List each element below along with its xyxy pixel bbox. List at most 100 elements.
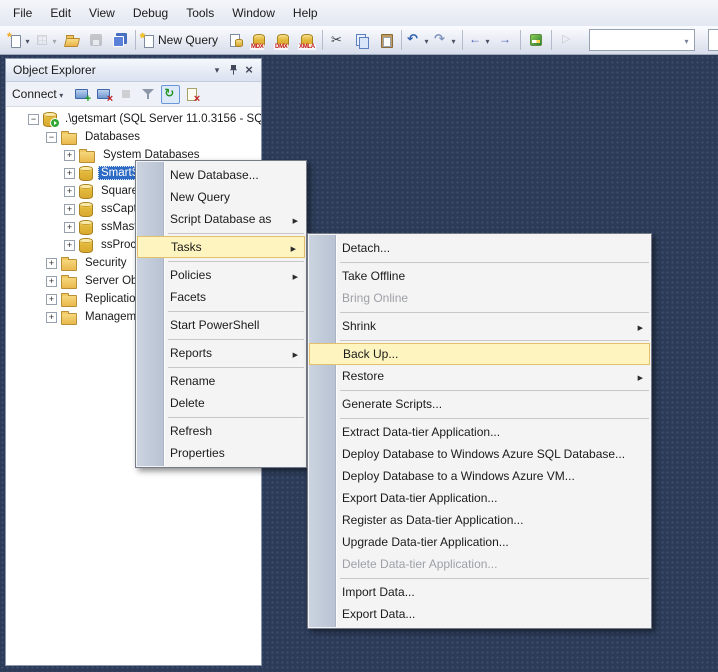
save-button[interactable] [85, 29, 107, 51]
expander-icon[interactable] [46, 258, 57, 269]
connect-button[interactable]: Connect [12, 87, 66, 101]
debug-play-button[interactable] [556, 29, 578, 51]
toolbar-combobox-edge[interactable] [708, 29, 718, 51]
cut-icon [330, 32, 346, 48]
extract-data-tier-application-menu-item[interactable]: Extract Data-tier Application... [308, 421, 651, 443]
import-data-menu-item[interactable]: Import Data... [308, 581, 651, 603]
open-file-button[interactable] [61, 29, 83, 51]
xmla-query-button[interactable]: XMLA [296, 29, 318, 51]
tasks-menu-item[interactable]: Tasks [137, 236, 305, 258]
menu-tools[interactable]: Tools [177, 0, 223, 26]
redo-button[interactable] [433, 29, 458, 51]
menu-item-label: Restore [342, 369, 633, 383]
green-play-badge-icon [50, 118, 60, 128]
database-icon [79, 166, 93, 181]
policies-menu-item[interactable]: Policies [136, 264, 306, 286]
expander-icon[interactable] [28, 114, 39, 125]
menu-file[interactable]: File [4, 0, 41, 26]
expander-icon[interactable] [64, 150, 75, 161]
delete-menu-item[interactable]: Delete [136, 392, 306, 414]
reports-menu-item[interactable]: Reports [136, 342, 306, 364]
facets-menu-item[interactable]: Facets [136, 286, 306, 308]
back-up-menu-item[interactable]: Back Up... [309, 343, 650, 365]
new-query-menu-item[interactable]: New Query [136, 186, 306, 208]
upgrade-data-tier-application-menu-item[interactable]: Upgrade Data-tier Application... [308, 531, 651, 553]
add-item-button[interactable] [34, 29, 59, 51]
expander-icon[interactable] [64, 222, 75, 233]
menu-item-label: Shrink [342, 319, 633, 333]
deploy-database-to-windows-azure-sql-database-menu-item[interactable]: Deploy Database to Windows Azure SQL Dat… [308, 443, 651, 465]
shrink-menu-item[interactable]: Shrink [308, 315, 651, 337]
expander-icon[interactable] [64, 186, 75, 197]
new-item-button[interactable] [7, 29, 32, 51]
submenu-arrow-icon [288, 346, 298, 360]
properties-menu-item[interactable]: Properties [136, 442, 306, 464]
menu-debug[interactable]: Debug [124, 0, 177, 26]
navigate-forward-button[interactable] [494, 29, 516, 51]
menu-item-label: Reports [170, 346, 288, 360]
refresh-button[interactable] [161, 85, 180, 104]
close-icon[interactable]: × [241, 62, 257, 78]
window-position-icon[interactable] [209, 62, 225, 78]
undo-button[interactable] [406, 29, 431, 51]
expander-icon[interactable] [64, 204, 75, 215]
new-database-menu-item[interactable]: New Database... [136, 164, 306, 186]
new-query-button[interactable]: New Query [140, 29, 222, 51]
activity-monitor-button[interactable] [525, 29, 547, 51]
debug-play-icon [559, 32, 575, 48]
chevron-down-icon[interactable] [679, 31, 694, 49]
paste-button[interactable] [375, 29, 397, 51]
menu-item-label: Generate Scripts... [342, 397, 643, 411]
pin-icon[interactable] [225, 62, 241, 78]
detach-menu-item[interactable]: Detach... [308, 237, 651, 259]
export-data-menu-item[interactable]: Export Data... [308, 603, 651, 625]
delete-data-tier-application-menu-item[interactable]: Delete Data-tier Application... [308, 553, 651, 575]
menu-window[interactable]: Window [223, 0, 284, 26]
disconnect-button[interactable] [95, 85, 114, 104]
navigate-backward-button[interactable] [467, 29, 492, 51]
bring-online-menu-item[interactable]: Bring Online [308, 287, 651, 309]
cut-button[interactable] [327, 29, 349, 51]
undo-icon [406, 32, 422, 48]
script-button[interactable] [183, 85, 202, 104]
expander-icon[interactable] [46, 312, 57, 323]
mdx-query-button[interactable]: MDX [248, 29, 270, 51]
copy-button[interactable] [351, 29, 373, 51]
database-engine-query-button[interactable] [224, 29, 246, 51]
add-item-icon [34, 32, 50, 48]
tree-node-databases[interactable]: Databases [6, 128, 261, 146]
new-query-icon [140, 32, 156, 48]
save-all-button[interactable] [109, 29, 131, 51]
menu-edit[interactable]: Edit [41, 0, 80, 26]
expander-icon[interactable] [64, 240, 75, 251]
menu-item-label: Detach... [342, 241, 643, 255]
expander-icon[interactable] [46, 294, 57, 305]
expander-icon[interactable] [46, 132, 57, 143]
deploy-database-to-a-windows-azure-vm-menu-item[interactable]: Deploy Database to a Windows Azure VM... [308, 465, 651, 487]
stop-button[interactable] [117, 85, 136, 104]
dmx-query-button[interactable]: DMX [272, 29, 294, 51]
save-icon [88, 32, 104, 48]
expander-icon[interactable] [64, 168, 75, 179]
expander-icon[interactable] [46, 276, 57, 287]
submenu-arrow-icon [633, 369, 643, 383]
rename-menu-item[interactable]: Rename [136, 370, 306, 392]
tree-node-server[interactable]: .\getsmart (SQL Server 11.0.3156 - SQUA [6, 110, 261, 128]
restore-menu-item[interactable]: Restore [308, 365, 651, 387]
menu-item-label: Rename [170, 374, 298, 388]
menu-view[interactable]: View [80, 0, 124, 26]
take-offline-menu-item[interactable]: Take Offline [308, 265, 651, 287]
menu-help[interactable]: Help [284, 0, 327, 26]
start-powershell-menu-item[interactable]: Start PowerShell [136, 314, 306, 336]
generate-scripts-menu-item[interactable]: Generate Scripts... [308, 393, 651, 415]
export-data-tier-application-menu-item[interactable]: Export Data-tier Application... [308, 487, 651, 509]
menu-item-label: Deploy Database to a Windows Azure VM... [342, 469, 643, 483]
connect-object-explorer-button[interactable] [73, 85, 92, 104]
toolbar-combobox[interactable] [589, 29, 695, 51]
script-icon [184, 86, 200, 102]
chevron-down-icon [23, 31, 32, 49]
register-as-data-tier-application-menu-item[interactable]: Register as Data-tier Application... [308, 509, 651, 531]
refresh-menu-item[interactable]: Refresh [136, 420, 306, 442]
script-database-as-menu-item[interactable]: Script Database as [136, 208, 306, 230]
filter-button[interactable] [139, 85, 158, 104]
